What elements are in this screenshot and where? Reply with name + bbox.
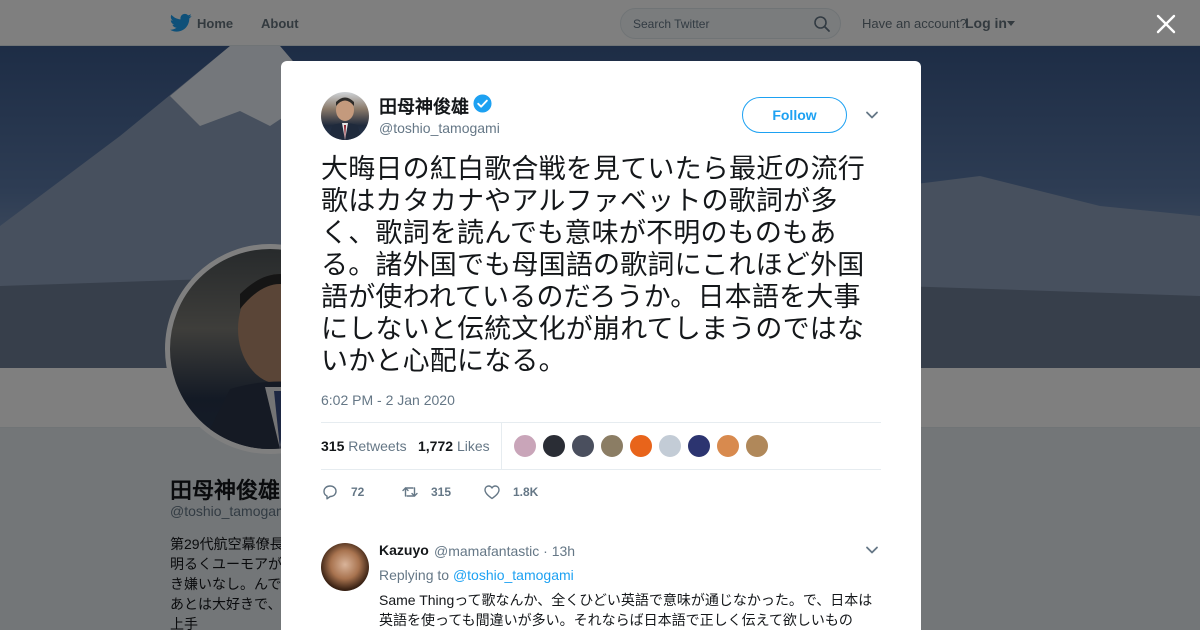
liker-avatar[interactable] (687, 434, 711, 458)
tweet-actions: 72 315 1.8K (321, 479, 621, 503)
reply-divider (281, 520, 921, 530)
follow-button[interactable]: Follow (742, 97, 847, 133)
chevron-down-icon[interactable] (865, 110, 879, 120)
tweet-author-avatar[interactable] (321, 92, 369, 140)
liker-avatar[interactable] (542, 434, 566, 458)
liker-avatar[interactable] (716, 434, 740, 458)
liker-avatar[interactable] (629, 434, 653, 458)
liker-avatar[interactable] (513, 434, 537, 458)
verified-badge-icon (473, 94, 492, 113)
retweet-icon (402, 487, 418, 497)
retweets-stat[interactable]: 315 Retweets (321, 438, 407, 454)
likes-label: Likes (456, 438, 490, 454)
reply-author-name[interactable]: Kazuyo (379, 542, 429, 558)
author-photo (327, 97, 363, 140)
liker-avatar[interactable] (745, 434, 769, 458)
tweet-author-name[interactable]: 田母神俊雄 (379, 93, 469, 119)
stats-divider (501, 423, 502, 469)
retweets-count: 315 (321, 438, 345, 454)
reply-text: Same Thingって歌なんか、全くひどい英語で意味が通じなかった。で、日本は… (379, 592, 873, 628)
reply-author-handle[interactable]: @mamafantastic · 13h (434, 543, 575, 559)
replying-mention-link[interactable]: @toshio_tamogami (453, 567, 574, 583)
reply-icon (323, 485, 337, 500)
likes-count: 1,772 (418, 438, 454, 454)
reply-author-avatar[interactable] (321, 543, 369, 591)
heart-icon (484, 485, 500, 500)
replying-to: Replying to @toshio_tamogami (379, 567, 574, 583)
tweet-author-handle[interactable]: @toshio_tamogami (379, 120, 500, 136)
liker-avatar[interactable] (571, 434, 595, 458)
like-count: 1.8K (513, 485, 539, 499)
retweet-count: 315 (431, 485, 452, 499)
liker-avatar[interactable] (600, 434, 624, 458)
replying-prefix: Replying to (379, 567, 450, 583)
reply-count: 72 (351, 485, 365, 499)
close-icon[interactable] (1152, 10, 1180, 38)
retweets-label: Retweets (348, 438, 407, 454)
liker-avatar[interactable] (658, 434, 682, 458)
chevron-down-icon[interactable] (865, 545, 879, 555)
tweet-modal: 田母神俊雄 @toshio_tamogami Follow 大晦日の紅白歌合戦を… (281, 61, 921, 630)
tweet-text: 大晦日の紅白歌合戦を見ていたら最近の流行歌はカタカナやアルファベットの歌詞が多く… (321, 154, 865, 376)
likes-stat[interactable]: 1,772 Likes (418, 438, 490, 454)
tweet-timestamp[interactable]: 6:02 PM - 2 Jan 2020 (321, 392, 455, 408)
tweet-stats: 315 Retweets 1,772 Likes (321, 422, 881, 470)
